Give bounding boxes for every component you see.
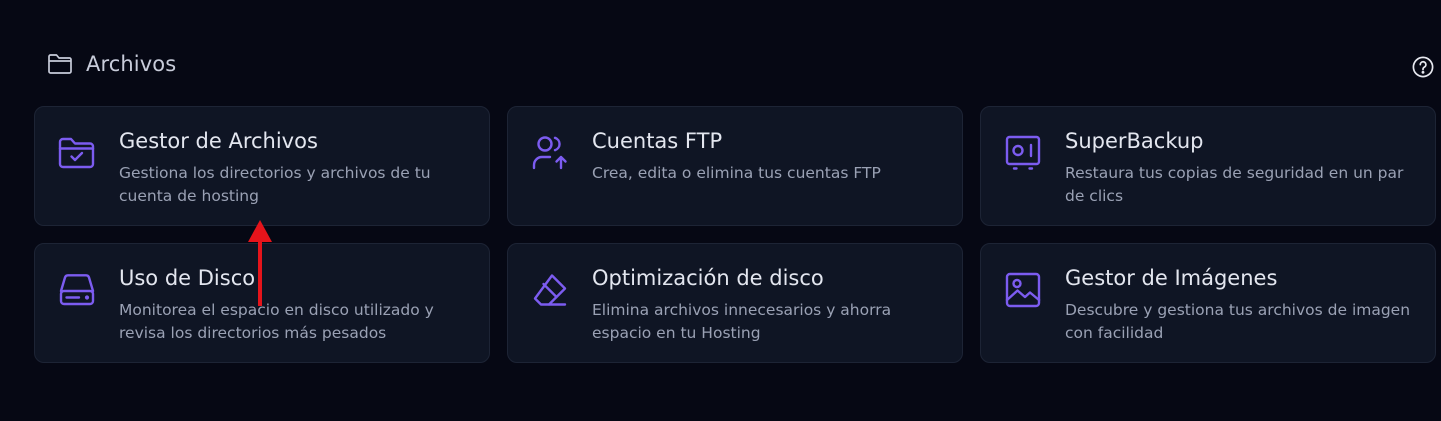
help-circle-icon[interactable] [1412, 56, 1434, 78]
section-header: Archivos [47, 50, 176, 78]
folder-icon [48, 54, 72, 74]
card-title: Gestor de Archivos [119, 129, 318, 153]
backup-safe-icon [1005, 135, 1041, 170]
card-superbackup[interactable]: SuperBackup Restaura tus copias de segur… [980, 106, 1436, 226]
card-title: SuperBackup [1065, 129, 1204, 153]
eraser-icon [533, 274, 567, 306]
card-disk-usage[interactable]: Uso de Disco Monitorea el espacio en dis… [34, 243, 490, 363]
card-title: Cuentas FTP [592, 129, 723, 153]
card-description: Elimina archivos innecesarios y ahorra e… [592, 301, 892, 342]
card-disk-optimization[interactable]: Optimización de disco Elimina archivos i… [507, 243, 963, 363]
card-title: Optimización de disco [592, 266, 824, 290]
user-upload-icon [532, 136, 567, 170]
card-title: Gestor de Imágenes [1065, 266, 1278, 290]
image-icon [1005, 272, 1041, 308]
files-section: Archivos Gestor de Archivos Gestiona los… [0, 0, 1441, 421]
card-description: Gestiona los directorios y archivos de t… [119, 164, 431, 205]
section-title: Archivos [86, 52, 177, 76]
hard-drive-icon [59, 274, 95, 306]
card-image-manager[interactable]: Gestor de Imágenes Descubre y gestiona t… [980, 243, 1436, 363]
card-title: Uso de Disco [119, 266, 256, 290]
card-description: Descubre y gestiona tus archivos de imag… [1065, 301, 1411, 342]
card-description: Restaura tus copias de seguridad en un p… [1065, 164, 1404, 205]
card-file-manager[interactable]: Gestor de Archivos Gestiona los director… [34, 106, 490, 226]
folder-check-icon [58, 137, 95, 169]
card-description: Monitorea el espacio en disco utilizado … [119, 301, 434, 342]
card-description: Crea, edita o elimina tus cuentas FTP [592, 164, 881, 182]
card-ftp-accounts[interactable]: Cuentas FTP Crea, edita o elimina tus cu… [507, 106, 963, 226]
